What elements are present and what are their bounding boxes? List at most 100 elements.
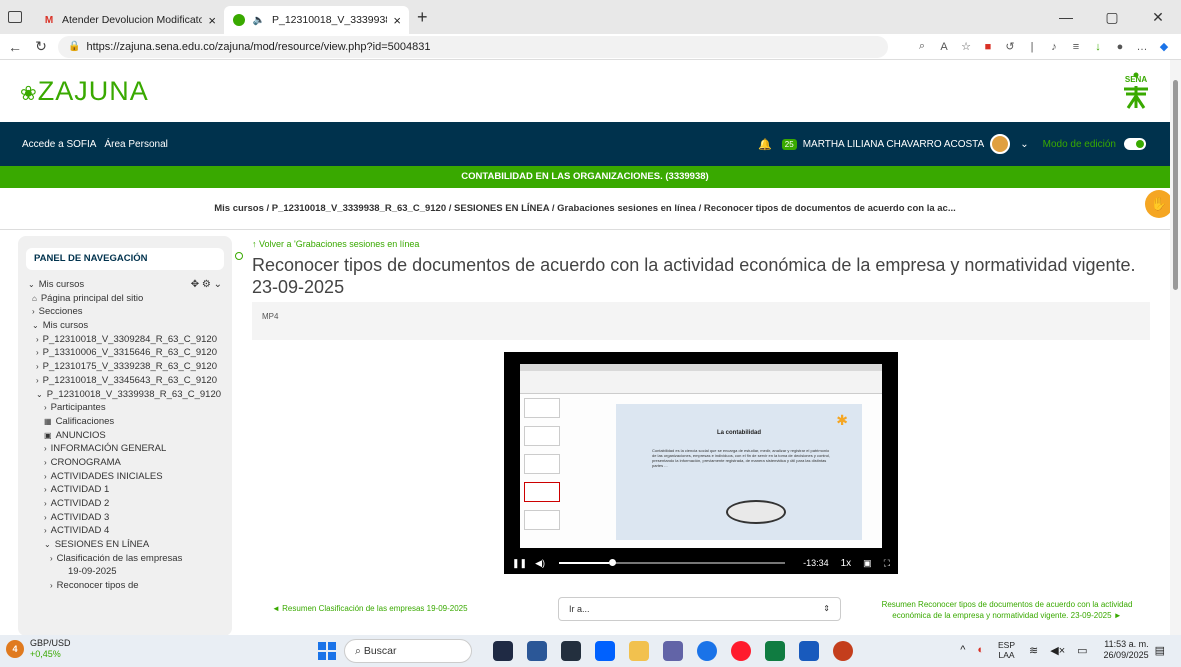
breadcrumb[interactable]: Mis cursos / P_12310018_V_3339938_R_63_C…	[0, 188, 1170, 230]
user-name[interactable]: MARTHA LILIANA CHAVARRO ACOSTA	[803, 139, 985, 150]
notifications-icon[interactable]: ▤	[1155, 644, 1165, 657]
nav-item[interactable]: 19-09-2025	[28, 565, 232, 579]
store-icon[interactable]	[527, 641, 547, 661]
speaker-icon[interactable]: 🔈	[252, 13, 266, 27]
jump-to-select[interactable]: Ir a... ⇕	[558, 597, 841, 621]
tab-actions-icon[interactable]	[8, 11, 22, 23]
refresh-icon[interactable]: ↻	[30, 38, 52, 55]
nav-item[interactable]: › P_13310006_V_3315646_R_63_C_9120	[28, 346, 232, 360]
nav-item[interactable]: › Participantes	[28, 401, 232, 415]
minimize-button[interactable]: —	[1043, 9, 1089, 25]
nav-item[interactable]: › ACTIVIDAD 4	[28, 524, 232, 538]
tab-gmail[interactable]: M Atender Devolucion Modificatoric ×	[34, 6, 224, 34]
extension-icon[interactable]: ■	[977, 41, 999, 53]
word-icon[interactable]	[799, 641, 819, 661]
powerpoint-icon[interactable]	[833, 641, 853, 661]
nav-item[interactable]: ⌄ Mis cursos ✥ ⚙ ⌄	[28, 278, 232, 292]
nav-item[interactable]: › ACTIVIDADES INICIALES	[28, 470, 232, 484]
split-icon[interactable]: |	[1021, 41, 1043, 53]
nav-item[interactable]: › Reconocer tipos de	[28, 579, 232, 593]
language-indicator[interactable]: ESP LAA	[998, 640, 1015, 660]
volume-icon[interactable]: ◀×	[1050, 644, 1065, 657]
more-icon[interactable]: …	[1131, 41, 1153, 53]
pause-icon[interactable]: ❚❚	[512, 558, 527, 569]
handshake-icon[interactable]: ✋	[1145, 190, 1173, 218]
pip-icon[interactable]: ▣	[863, 558, 872, 569]
downloads-icon[interactable]: ↓	[1087, 41, 1109, 53]
site-info-icon[interactable]: 🔒	[68, 41, 80, 52]
progress-knob[interactable]	[608, 559, 616, 566]
nav-item[interactable]: › ACTIVIDAD 3	[28, 511, 232, 525]
tab-course[interactable]: 🔈 P_12310018_V_3339938_R_6 ×	[224, 6, 409, 34]
sofia-link[interactable]: Accede a SOFIA	[22, 139, 96, 150]
sena-star-icon: ✱	[836, 412, 848, 428]
chevron-down-icon: ⌄	[36, 389, 43, 399]
close-icon[interactable]: ×	[393, 13, 401, 28]
nav-item[interactable]: › INFORMACIÓN GENERAL	[28, 442, 232, 456]
next-activity-link[interactable]: Resumen Reconocer tipos de documentos de…	[872, 599, 1142, 621]
teams-icon[interactable]	[663, 641, 683, 661]
zajuna-logo[interactable]: ❀ZAJUNA	[20, 76, 149, 107]
edit-mode-toggle[interactable]	[1124, 138, 1146, 150]
dropbox-icon[interactable]	[595, 641, 615, 661]
back-link[interactable]: ↑ Volver a 'Grabaciones sesiones en líne…	[252, 239, 419, 249]
sena-logo[interactable]: SENA	[1116, 72, 1156, 110]
nav-item[interactable]: ⌄ Mis cursos	[28, 319, 232, 333]
taskbar-search[interactable]: ⌕ Buscar	[344, 639, 472, 663]
speed-button[interactable]: 1x	[841, 558, 852, 569]
favorite-icon[interactable]: ☆	[955, 40, 977, 53]
panel-controls-icon[interactable]: ✥ ⚙ ⌄	[191, 278, 222, 292]
progress-bar[interactable]	[559, 559, 786, 566]
chevron-down-icon[interactable]: ⌄	[1020, 139, 1028, 150]
nav-item[interactable]: › ACTIVIDAD 1	[28, 483, 232, 497]
copilot-icon[interactable]: ◆	[1153, 40, 1175, 53]
tray-app-icon[interactable]: ◐	[977, 644, 984, 656]
chevron-up-icon[interactable]: ^	[960, 644, 965, 656]
fullscreen-icon[interactable]: ⛶	[884, 558, 890, 569]
nav-item[interactable]: ▣ ANUNCIOS	[28, 429, 232, 443]
new-tab-button[interactable]: +	[417, 7, 428, 28]
nav-item[interactable]: ⌄ P_12310018_V_3339938_R_63_C_9120	[28, 388, 232, 402]
refresh-extension-icon[interactable]: ↺	[999, 40, 1021, 53]
nav-item[interactable]: › P_12310018_V_3345643_R_63_C_9120	[28, 374, 232, 388]
excel-icon[interactable]	[765, 641, 785, 661]
avatar[interactable]	[990, 134, 1011, 154]
read-aloud-icon[interactable]: A	[933, 41, 955, 53]
close-icon[interactable]: ×	[208, 13, 216, 28]
close-window-button[interactable]: ✕	[1135, 9, 1181, 26]
nav-item[interactable]: › P_12310018_V_3309284_R_63_C_9120	[28, 333, 232, 347]
opera-icon[interactable]	[731, 641, 751, 661]
nav-item[interactable]: ▦ Calificaciones	[28, 415, 232, 429]
bell-icon[interactable]: 🔔	[758, 138, 772, 151]
wifi-icon[interactable]: ≋	[1029, 644, 1038, 657]
volume-icon[interactable]: ◀)	[535, 558, 545, 569]
back-icon[interactable]: ←	[4, 39, 26, 55]
nav-item[interactable]: › P_12310175_V_3339238_R_63_C_9120	[28, 360, 232, 374]
nav-item[interactable]: › ACTIVIDAD 2	[28, 497, 232, 511]
amazon-icon[interactable]	[561, 641, 581, 661]
zoom-icon[interactable]: ⌕	[911, 40, 933, 53]
clock[interactable]: 11:53 a. m. 26/09/2025	[1104, 639, 1149, 661]
file-explorer-icon[interactable]	[629, 641, 649, 661]
favorites-bar-icon[interactable]: ≡	[1065, 41, 1087, 53]
task-view-icon[interactable]	[493, 641, 513, 661]
nav-item[interactable]: › CRONOGRAMA	[28, 456, 232, 470]
nav-item[interactable]: ⌄ SESIONES EN LÍNEA	[28, 538, 232, 552]
maximize-button[interactable]: ▢	[1089, 9, 1135, 26]
url-field[interactable]: 🔒 https://zajuna.sena.edu.co/zajuna/mod/…	[58, 35, 888, 58]
page-scrollbar[interactable]	[1170, 60, 1181, 635]
personal-area-link[interactable]: Área Personal	[104, 139, 167, 150]
chrome-icon[interactable]	[697, 641, 717, 661]
profile-icon[interactable]: ●	[1109, 41, 1131, 53]
nav-item[interactable]: › Secciones	[28, 305, 232, 319]
scrollbar-thumb[interactable]	[1173, 80, 1178, 290]
nav-item[interactable]: ⌂ Página principal del sitio	[28, 292, 232, 306]
collections-icon[interactable]: ♪	[1043, 41, 1065, 53]
video-player[interactable]: ✱ La contabilidad Contabilidad es la cie…	[504, 352, 898, 574]
ticker-widget[interactable]: 4 GBP/USD +0,45%	[6, 638, 71, 660]
battery-icon[interactable]: ▭	[1077, 644, 1087, 657]
nav-item[interactable]: › Clasificación de las empresas	[28, 552, 232, 566]
previous-activity-link[interactable]: ◄ Resumen Clasificación de las empresas …	[272, 604, 468, 613]
messages-badge[interactable]: 25	[781, 138, 797, 150]
windows-start-icon[interactable]	[318, 642, 336, 660]
